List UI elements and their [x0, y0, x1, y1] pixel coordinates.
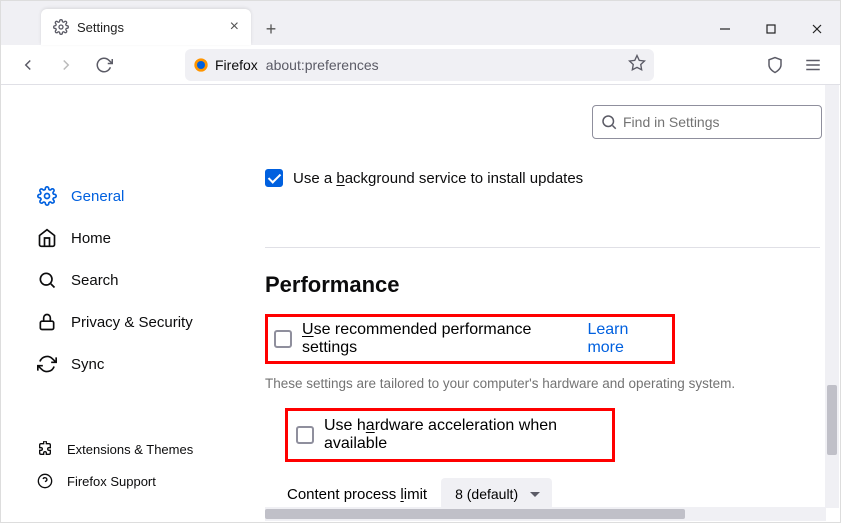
forward-button[interactable]	[49, 48, 83, 82]
hwaccel-checkbox[interactable]	[296, 426, 314, 444]
recommended-settings-checkbox[interactable]	[274, 330, 292, 348]
content-process-select[interactable]: 8 (default)	[441, 478, 552, 510]
gear-icon	[37, 186, 57, 206]
sync-icon	[37, 354, 57, 374]
vertical-scrollbar[interactable]	[825, 85, 839, 508]
close-tab-icon[interactable]: ×	[230, 18, 239, 36]
scrollbar-thumb[interactable]	[827, 385, 837, 455]
background-service-row: Use a background service to install upda…	[265, 169, 820, 187]
window-controls	[702, 13, 840, 45]
settings-main: Use a background service to install upda…	[241, 85, 840, 522]
close-window-button[interactable]	[794, 13, 840, 45]
content: General Home Search Privacy & Security S…	[1, 85, 840, 522]
puzzle-icon	[37, 441, 53, 457]
url-text: about:preferences	[266, 57, 379, 73]
reload-button[interactable]	[87, 48, 121, 82]
learn-more-link[interactable]: Learn more	[587, 321, 666, 357]
home-icon	[37, 228, 57, 248]
sidebar-item-general[interactable]: General	[37, 175, 241, 217]
background-service-label: Use a background service to install upda…	[293, 170, 583, 187]
browser-tab[interactable]: Settings ×	[41, 9, 251, 45]
content-process-row: Content process limit 8 (default)	[287, 478, 820, 510]
highlight-hwaccel: Use hardware acceleration when available	[285, 408, 615, 462]
toolbar: Firefox about:preferences	[1, 45, 840, 85]
tailored-desc: These settings are tailored to your comp…	[265, 374, 820, 394]
app-menu-button[interactable]	[796, 48, 830, 82]
back-button[interactable]	[11, 48, 45, 82]
gear-icon	[53, 19, 69, 35]
sidebar: General Home Search Privacy & Security S…	[1, 85, 241, 522]
sidebar-item-privacy[interactable]: Privacy & Security	[37, 301, 241, 343]
sidebar-item-label: Firefox Support	[67, 474, 156, 489]
sidebar-item-label: Sync	[71, 356, 104, 373]
horizontal-scrollbar[interactable]	[265, 507, 826, 521]
help-icon	[37, 473, 53, 489]
scrollbar-thumb[interactable]	[265, 509, 685, 519]
sidebar-item-label: Home	[71, 230, 111, 247]
sidebar-item-label: General	[71, 188, 124, 205]
sidebar-item-support[interactable]: Firefox Support	[37, 465, 241, 497]
background-service-checkbox[interactable]	[265, 169, 283, 187]
performance-heading: Performance	[265, 272, 820, 298]
sidebar-item-label: Extensions & Themes	[67, 442, 193, 457]
brand-label: Firefox	[215, 57, 258, 73]
highlight-recommended: Use recommended performance settings Lea…	[265, 314, 675, 364]
firefox-identity: Firefox	[193, 57, 258, 73]
lock-icon	[37, 312, 57, 332]
sidebar-item-extensions[interactable]: Extensions & Themes	[37, 433, 241, 465]
tab-title: Settings	[77, 20, 124, 35]
search-icon	[37, 270, 57, 290]
minimize-button[interactable]	[702, 13, 748, 45]
section-divider	[265, 247, 820, 248]
sidebar-item-sync[interactable]: Sync	[37, 343, 241, 385]
titlebar: Settings × +	[1, 1, 840, 45]
sidebar-item-search[interactable]: Search	[37, 259, 241, 301]
sidebar-item-label: Search	[71, 272, 119, 289]
url-bar[interactable]: Firefox about:preferences	[185, 49, 654, 81]
new-tab-button[interactable]: +	[255, 13, 287, 45]
firefox-icon	[193, 57, 209, 73]
sidebar-item-label: Privacy & Security	[71, 314, 193, 331]
bookmark-star-icon[interactable]	[628, 54, 646, 75]
recommended-settings-label: Use recommended performance settings	[302, 321, 579, 357]
content-process-value: 8 (default)	[455, 486, 518, 502]
protections-button[interactable]	[758, 48, 792, 82]
content-process-label: Content process limit	[287, 486, 427, 503]
maximize-button[interactable]	[748, 13, 794, 45]
hwaccel-label: Use hardware acceleration when available	[324, 417, 604, 453]
sidebar-item-home[interactable]: Home	[37, 217, 241, 259]
